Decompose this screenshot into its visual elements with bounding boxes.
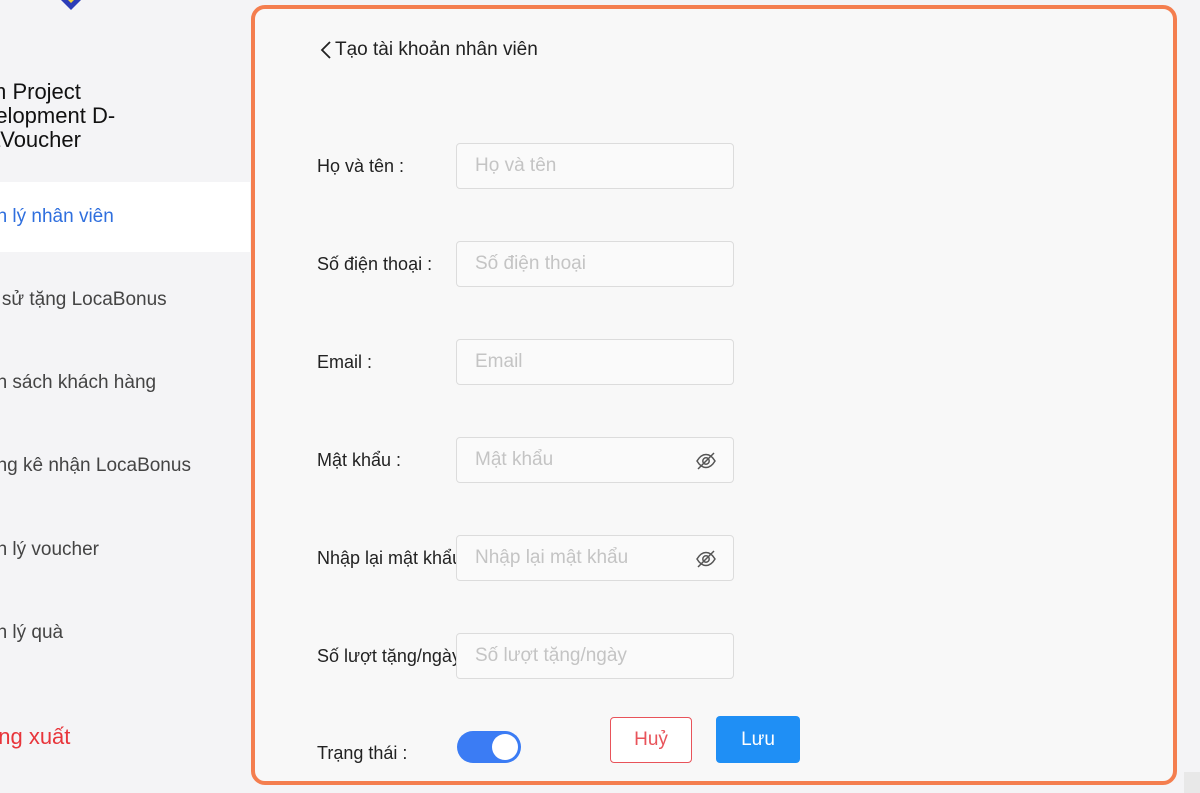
sidebar-item-label: nh sách khách hàng — [0, 372, 157, 393]
status-toggle[interactable] — [457, 731, 521, 763]
full-name-label: Họ và tên : — [317, 156, 405, 176]
full-name-input[interactable] — [473, 154, 733, 178]
logout-button[interactable]: ăng xuất — [0, 716, 250, 758]
phone-input[interactable] — [473, 252, 733, 276]
sidebar-item-customers[interactable]: nh sách khách hàng — [0, 348, 250, 418]
page-title: Tạo tài khoản nhân viên — [335, 39, 538, 60]
sidebar-item-label: ống kê nhận LocaBonus — [0, 455, 191, 476]
sidebar-item-label: ản lý nhân viên — [0, 206, 114, 227]
password-label: Mật khẩu : — [317, 450, 402, 470]
save-button[interactable]: Lưu — [716, 716, 800, 763]
sidebar-item-bonus-stats[interactable]: ống kê nhận LocaBonus — [0, 431, 250, 501]
create-staff-panel: Tạo tài khoản nhân viên Họ và tên : Số đ… — [251, 5, 1177, 785]
confirm-password-label: Nhập lại mật khẩu : — [317, 548, 457, 568]
phone-label: Số điện thoại : — [317, 254, 433, 274]
confirm-password-input[interactable] — [473, 546, 733, 570]
password-field[interactable] — [456, 437, 734, 483]
eye-off-icon[interactable] — [695, 548, 717, 570]
email-input[interactable] — [473, 350, 733, 374]
full-name-field[interactable] — [456, 143, 734, 189]
daily-gift-limit-label: Số lượt tặng/ngày : — [317, 646, 457, 666]
daily-gift-limit-input[interactable] — [473, 644, 733, 668]
status-label: Trạng thái : — [317, 743, 408, 763]
daily-gift-limit-field[interactable] — [456, 633, 734, 679]
eye-off-icon[interactable] — [695, 450, 717, 472]
sidebar-item-gifts[interactable]: ản lý quà — [0, 598, 250, 668]
sidebar-item-label: ản lý quà — [0, 622, 64, 643]
sidebar-item-label: ản lý voucher — [0, 539, 100, 560]
chevron-left-icon[interactable] — [319, 40, 333, 60]
project-title: m Project relopment D- aVoucher — [0, 79, 116, 152]
sidebar-item-bonus-history[interactable]: h sử tặng LocaBonus — [0, 265, 250, 335]
email-field[interactable] — [456, 339, 734, 385]
sidebar-item-staff-management[interactable]: ản lý nhân viên — [0, 182, 250, 252]
sidebar: m Project relopment D- aVoucher ản lý nh… — [0, 0, 250, 793]
confirm-password-field[interactable] — [456, 535, 734, 581]
phone-field[interactable] — [456, 241, 734, 287]
cancel-button[interactable]: Huỷ — [610, 717, 692, 763]
scrollbar-corner — [1184, 772, 1200, 793]
email-label: Email : — [317, 352, 373, 372]
sidebar-item-label: h sử tặng LocaBonus — [0, 289, 167, 310]
sidebar-item-vouchers[interactable]: ản lý voucher — [0, 515, 250, 585]
toggle-knob — [492, 734, 518, 760]
password-input[interactable] — [473, 448, 733, 472]
back-button[interactable]: Tạo tài khoản nhân viên — [319, 39, 538, 61]
logo-icon — [61, 0, 81, 10]
logout-label: ăng xuất — [0, 724, 71, 749]
